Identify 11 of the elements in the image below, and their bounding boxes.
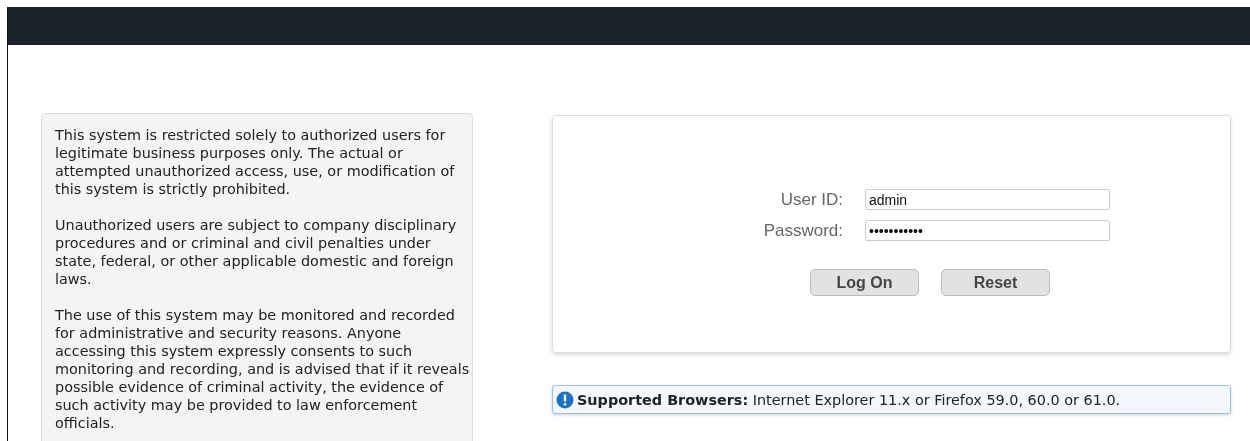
- input-field[interactable]: •••••••••••: [865, 220, 1110, 241]
- form-button[interactable]: Reset: [941, 269, 1050, 296]
- field-label: Password:: [762, 220, 843, 241]
- field-label: User ID:: [779, 189, 843, 210]
- input-field[interactable]: admin: [865, 189, 1110, 210]
- form-button[interactable]: Log On: [810, 269, 919, 296]
- notice-text: Unauthorized users are subject to company disciplinary procedures and or criminal and civil penalties under state, federal, or other applicable domestic and foreign laws.: [55, 216, 458, 288]
- info-text: Supported Browsers: Internet Explorer 11.x or Firefox 59.0, 60.0 or 61.0.: [577, 391, 1121, 408]
- notice-text: This system is restricted solely to authorized users for legitimate business purposes only. The actual or attempted unauthorized access, use, or modification of this system is strictly prohibited.: [55, 126, 456, 198]
- notice-text: The use of this system may be monitored and recorded for administrative and security reasons. Anyone accessing this system expressly consents to such monitoring and recording, and is advised that if it reveals possible evidence of criminal activity, the evidence of such activity may be provided to law enforcement officials.: [55, 306, 471, 432]
- info-icon: [556, 390, 574, 409]
